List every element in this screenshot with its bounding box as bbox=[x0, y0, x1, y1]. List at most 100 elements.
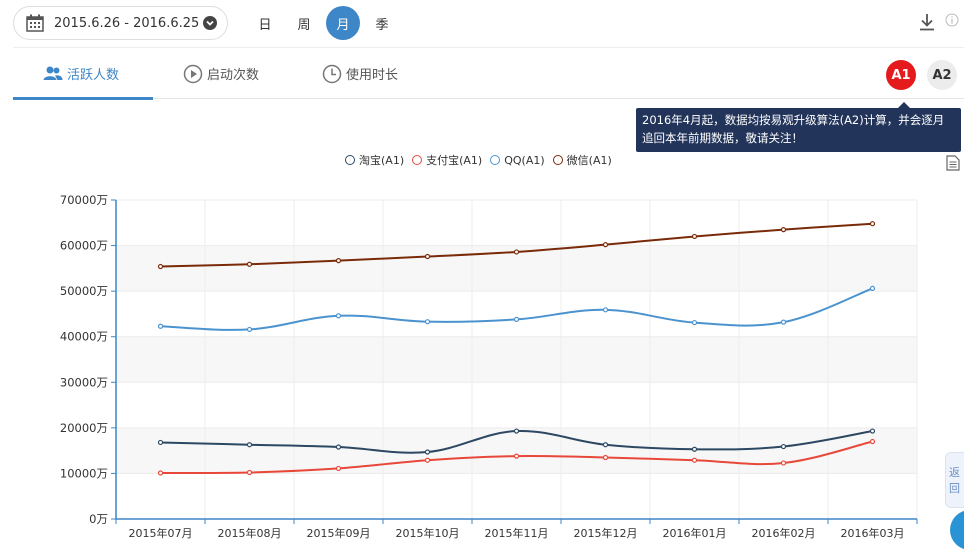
legend-marker bbox=[490, 155, 501, 165]
data-view-icon[interactable] bbox=[946, 155, 960, 171]
data-point bbox=[424, 319, 431, 325]
data-point bbox=[691, 457, 698, 463]
y-tick-label: 60000万 bbox=[60, 239, 108, 253]
data-point bbox=[602, 454, 609, 461]
x-tick-label: 2015年12月 bbox=[574, 526, 638, 540]
x-tick-label: 2015年08月 bbox=[218, 526, 282, 540]
play-icon bbox=[183, 64, 203, 83]
data-point bbox=[424, 253, 431, 260]
tab-launches[interactable]: 启动次数 bbox=[183, 48, 259, 99]
legend-label: 微信(A1) bbox=[566, 154, 612, 167]
date-range-picker[interactable]: 2015.6.26 - 2016.6.25 bbox=[13, 6, 228, 40]
algorithm-notice-tooltip: 2016年4月起，数据均按易观升级算法(A2)计算，并会逐月 追回本年前期数据，… bbox=[636, 102, 961, 152]
data-point bbox=[513, 453, 520, 459]
legend-marker bbox=[552, 155, 563, 165]
calendar-icon bbox=[26, 14, 44, 32]
date-range-text: 2015.6.26 - 2016.6.25 bbox=[54, 15, 200, 31]
data-point bbox=[157, 470, 164, 476]
y-tick-label: 10000万 bbox=[60, 466, 108, 480]
toolbar: 2015.6.26 - 2016.6.25 日 周 月 季 bbox=[0, 0, 964, 46]
legend-label: 支付宝(A1) bbox=[426, 154, 483, 167]
back-button[interactable]: 返回 bbox=[945, 452, 964, 508]
data-point bbox=[335, 465, 342, 472]
legend-label: 淘宝(A1) bbox=[359, 154, 405, 167]
data-point bbox=[513, 249, 520, 255]
clock-icon bbox=[322, 64, 342, 83]
x-tick-label: 2015年07月 bbox=[129, 526, 193, 540]
legend-label: QQ(A1) bbox=[504, 153, 545, 167]
data-point bbox=[335, 258, 342, 264]
period-month-button[interactable]: 月 bbox=[326, 6, 360, 40]
algorithm-a1-button[interactable]: A1 bbox=[886, 60, 916, 90]
tab-active-users[interactable]: 活跃人数 bbox=[43, 48, 119, 99]
data-point bbox=[157, 439, 164, 446]
data-point bbox=[246, 469, 253, 476]
y-tick-label: 20000万 bbox=[60, 421, 108, 435]
data-point bbox=[869, 428, 876, 434]
period-week-button[interactable]: 周 bbox=[287, 6, 321, 40]
data-point bbox=[780, 460, 787, 466]
data-point bbox=[513, 316, 520, 322]
data-point bbox=[246, 442, 253, 448]
legend-marker bbox=[345, 155, 355, 165]
chart-legend: 淘宝(A1) 支付宝(A1) QQ(A1) 微信(A1) bbox=[345, 152, 620, 168]
legend-item[interactable]: 淘宝(A1) bbox=[345, 152, 404, 168]
data-point bbox=[424, 457, 431, 463]
data-point bbox=[335, 444, 342, 450]
chevron-down-icon bbox=[203, 16, 217, 30]
legend-item[interactable]: 支付宝(A1) bbox=[412, 152, 482, 168]
x-tick-label: 2015年09月 bbox=[307, 526, 371, 540]
data-point bbox=[780, 227, 787, 233]
tab-label: 启动次数 bbox=[207, 68, 260, 83]
floating-action-button[interactable] bbox=[950, 510, 964, 550]
period-day-button[interactable]: 日 bbox=[248, 6, 282, 40]
x-tick-label: 2015年10月 bbox=[396, 526, 460, 540]
data-point bbox=[424, 449, 431, 455]
notice-line-2: 追回本年前期数据，敬请关注！ bbox=[642, 131, 803, 145]
data-point bbox=[602, 307, 609, 313]
grid-band bbox=[116, 427, 917, 474]
line-chart: 0万 10000万 20000万 30000万 40000万 50000万 60000万 70… bbox=[60, 193, 918, 540]
data-point bbox=[157, 323, 164, 329]
data-point bbox=[869, 438, 876, 445]
series-line bbox=[160, 287, 873, 331]
data-point bbox=[691, 446, 698, 452]
info-icon[interactable] bbox=[945, 13, 959, 27]
y-tick-label: 40000万 bbox=[60, 330, 108, 344]
data-point bbox=[246, 261, 253, 267]
legend-marker bbox=[412, 155, 423, 165]
y-tick-label: 50000万 bbox=[60, 284, 108, 298]
data-point bbox=[691, 233, 698, 240]
data-point bbox=[157, 263, 164, 270]
data-point bbox=[602, 242, 609, 248]
data-point bbox=[602, 442, 609, 448]
legend-item[interactable]: QQ(A1) bbox=[490, 153, 545, 167]
x-tick-label: 2016年01月 bbox=[663, 526, 727, 540]
tab-label: 活跃人数 bbox=[67, 68, 120, 83]
data-point bbox=[691, 319, 698, 326]
active-tab-indicator bbox=[13, 97, 153, 100]
y-tick-label: 70000万 bbox=[60, 193, 108, 207]
data-point bbox=[335, 313, 342, 319]
data-point bbox=[869, 285, 876, 292]
data-point bbox=[869, 221, 876, 227]
x-tick-label: 2016年03月 bbox=[841, 526, 905, 540]
data-point bbox=[780, 319, 787, 325]
metric-tabs: 活跃人数 启动次数 使用时长 A1 A2 bbox=[13, 47, 964, 100]
y-tick-label: 30000万 bbox=[60, 375, 108, 389]
grid-band bbox=[116, 336, 917, 383]
download-icon[interactable] bbox=[918, 12, 936, 32]
data-point bbox=[246, 326, 253, 333]
tab-label: 使用时长 bbox=[346, 68, 399, 83]
period-quarter-button[interactable]: 季 bbox=[365, 6, 399, 40]
data-point bbox=[513, 428, 520, 434]
x-tick-label: 2016年02月 bbox=[752, 526, 816, 540]
algorithm-a2-button[interactable]: A2 bbox=[927, 60, 957, 90]
users-icon bbox=[43, 66, 63, 80]
legend-item[interactable]: 微信(A1) bbox=[552, 152, 612, 168]
tab-usage-time[interactable]: 使用时长 bbox=[322, 48, 398, 99]
y-tick-label: 0万 bbox=[89, 512, 108, 526]
data-point bbox=[780, 443, 787, 450]
notice-line-1: 2016年4月起，数据均按易观升级算法(A2)计算，并会逐月 bbox=[642, 113, 945, 127]
x-tick-label: 2015年11月 bbox=[485, 526, 549, 540]
